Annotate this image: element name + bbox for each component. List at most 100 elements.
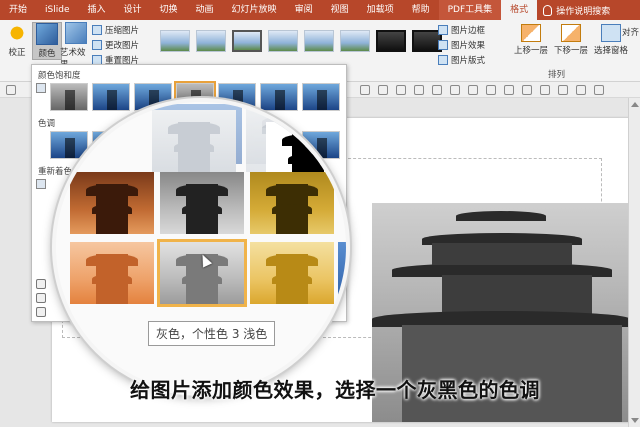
picture-style-3[interactable] xyxy=(232,30,262,52)
picture-style-6[interactable] xyxy=(340,30,370,52)
tab-help[interactable]: 帮助 xyxy=(403,0,439,20)
artistic-effects-icon xyxy=(65,22,87,44)
selection-pane-label: 选择窗格 xyxy=(594,46,629,56)
tab-animations[interactable]: 动画 xyxy=(187,0,223,20)
shape-tool-icon[interactable] xyxy=(594,85,604,95)
recolor-icon xyxy=(36,179,46,189)
shape-tool-icon[interactable] xyxy=(486,85,496,95)
recolor-gold-dark[interactable] xyxy=(250,172,334,234)
tower-body xyxy=(432,243,572,265)
picture-style-2[interactable] xyxy=(196,30,226,52)
shape-tool-icon[interactable] xyxy=(468,85,478,95)
magnifier-overlay xyxy=(52,98,350,396)
corrections-button[interactable]: 校正 xyxy=(2,22,32,58)
picture-border-button[interactable]: 图片边框 xyxy=(438,24,485,36)
shape-tool-icon[interactable] xyxy=(576,85,586,95)
picture-effects-label: 图片效果 xyxy=(451,41,486,51)
tab-view[interactable]: 视图 xyxy=(322,0,358,20)
compress-pictures-button[interactable]: 压缩图片 xyxy=(92,24,139,36)
effects-icon xyxy=(438,40,448,50)
scroll-up-icon[interactable] xyxy=(631,102,639,107)
tower-roof xyxy=(456,211,546,221)
picture-border-label: 图片边框 xyxy=(451,26,486,36)
compress-icon xyxy=(92,25,102,35)
subtitle-caption: 给图片添加颜色效果，选择一个灰黑色的色调 xyxy=(130,378,540,402)
shape-tool-icon[interactable] xyxy=(396,85,406,95)
no-color-icon xyxy=(36,83,46,93)
adjust-group-small: 压缩图片 更改图片 重置图片 xyxy=(92,24,139,66)
tab-format[interactable]: 格式 xyxy=(501,0,538,20)
lightbulb-icon xyxy=(543,4,553,16)
picture-style-5[interactable] xyxy=(304,30,334,52)
picture-style-4[interactable] xyxy=(268,30,298,52)
panel-more-options xyxy=(36,279,46,317)
color-button[interactable]: 颜色 xyxy=(32,22,62,60)
tab-design[interactable]: 设计 xyxy=(115,0,151,20)
align-button[interactable]: 对齐 xyxy=(622,26,640,38)
saturation-option[interactable] xyxy=(92,83,130,111)
recolor-orange-light[interactable] xyxy=(70,242,154,304)
picture-color-icon xyxy=(36,23,58,45)
tab-islide[interactable]: iSlide xyxy=(36,0,78,20)
recolor-gray-dark[interactable] xyxy=(160,172,244,234)
shape-tool-icon[interactable] xyxy=(450,85,460,95)
picture-styles-gallery xyxy=(160,30,442,52)
tower-body xyxy=(442,275,592,315)
picture-color-options-icon[interactable] xyxy=(36,307,46,317)
saturation-heading: 颜色饱和度 xyxy=(38,71,81,81)
recolor-heading: 重新着色 xyxy=(38,167,73,177)
shape-tool-icon[interactable] xyxy=(378,85,388,95)
send-backward-label: 下移一层 xyxy=(554,46,589,56)
tab-slideshow[interactable]: 幻灯片放映 xyxy=(223,0,286,20)
recolor-gray-light[interactable] xyxy=(157,239,247,307)
picture-layout-button[interactable]: 图片版式 xyxy=(438,54,485,66)
arrange-group: 上移一层 下移一层 选择窗格 xyxy=(514,24,628,56)
border-icon xyxy=(438,25,448,35)
shape-tool-icon[interactable] xyxy=(522,85,532,95)
picture-style-7[interactable] xyxy=(376,30,406,52)
change-picture-button[interactable]: 更改图片 xyxy=(92,39,139,51)
sun-icon xyxy=(6,22,28,44)
tab-transitions[interactable]: 切换 xyxy=(151,0,187,20)
compress-label: 压缩图片 xyxy=(105,26,140,36)
artistic-effects-button[interactable]: 艺术效果 xyxy=(60,22,92,70)
tone-heading: 色调 xyxy=(38,119,56,129)
send-backward-button[interactable]: 下移一层 xyxy=(554,24,588,56)
recolor-gold-light[interactable] xyxy=(250,242,334,304)
undo-icon[interactable] xyxy=(6,85,16,95)
tab-review[interactable]: 审阅 xyxy=(286,0,322,20)
picture-style-1[interactable] xyxy=(160,30,190,52)
saturation-option-zoomed xyxy=(152,110,236,172)
tab-insert[interactable]: 插入 xyxy=(78,0,114,20)
tab-pdf-tools[interactable]: PDF工具集 xyxy=(438,0,502,20)
tab-home[interactable]: 开始 xyxy=(0,0,36,20)
more-variations-icon[interactable] xyxy=(36,279,46,289)
shape-tool-icon[interactable] xyxy=(360,85,370,95)
tell-me-search[interactable]: 操作说明搜索 xyxy=(537,4,610,17)
corrections-label: 校正 xyxy=(8,48,26,58)
shape-tool-icon[interactable] xyxy=(558,85,568,95)
shape-tool-icon[interactable] xyxy=(540,85,550,95)
picture-effects-button[interactable]: 图片效果 xyxy=(438,39,485,51)
set-transparent-color-icon[interactable] xyxy=(36,293,46,303)
shape-tool-icon[interactable] xyxy=(414,85,424,95)
tab-addins[interactable]: 加载项 xyxy=(358,0,403,20)
selection-pane-icon xyxy=(601,24,622,42)
vertical-scrollbar[interactable] xyxy=(628,98,640,427)
shape-tool-icon[interactable] xyxy=(504,85,514,95)
change-picture-label: 更改图片 xyxy=(105,41,140,51)
arrange-group-label: 排列 xyxy=(548,70,566,80)
color-label: 颜色 xyxy=(38,49,56,59)
bring-forward-icon xyxy=(521,24,541,42)
picture-options-group: 图片边框 图片效果 图片版式 xyxy=(438,24,485,66)
ribbon-tab-bar: 开始 iSlide 插入 设计 切换 动画 幻灯片放映 审阅 视图 加载项 帮助… xyxy=(0,0,640,20)
scroll-down-icon[interactable] xyxy=(631,418,639,423)
layout-icon xyxy=(438,55,448,65)
picture-layout-label: 图片版式 xyxy=(451,56,486,66)
send-backward-icon xyxy=(561,24,582,42)
bring-forward-button[interactable]: 上移一层 xyxy=(514,24,548,56)
recolor-tooltip: 灰色，个性色 3 浅色 xyxy=(148,321,276,346)
saturation-option[interactable] xyxy=(50,83,88,111)
shape-tool-icon[interactable] xyxy=(432,85,442,95)
recolor-orange-dark[interactable] xyxy=(70,172,154,234)
